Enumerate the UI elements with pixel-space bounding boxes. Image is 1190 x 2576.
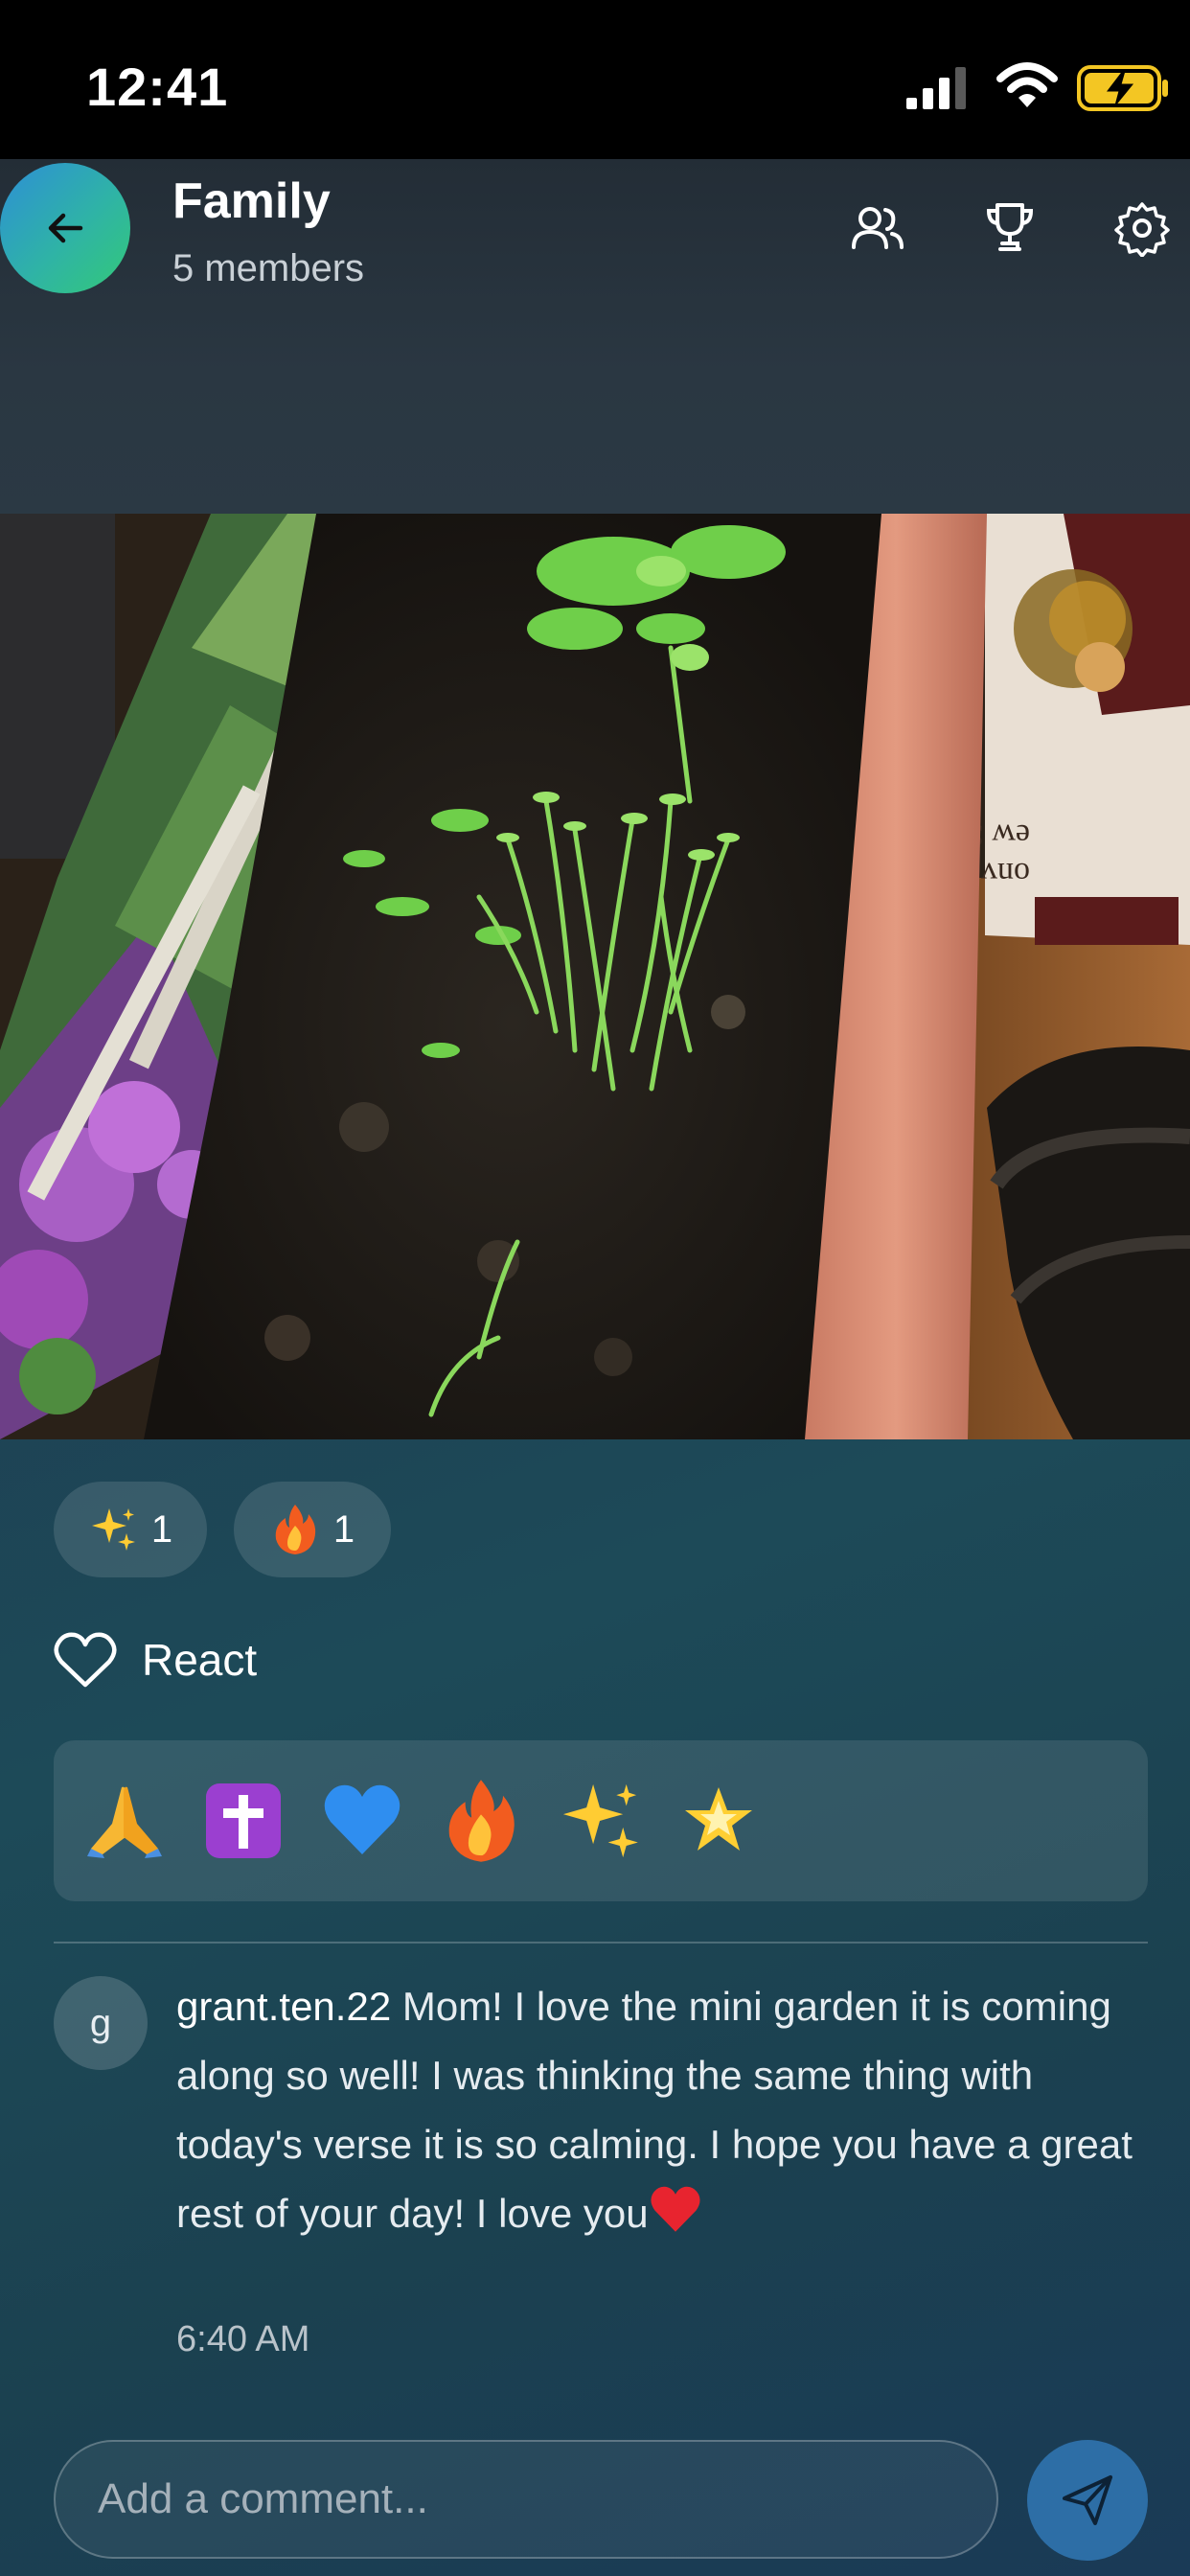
reaction-chip-fire[interactable]: 1 <box>234 1482 391 1577</box>
sparkles-icon <box>91 1508 135 1551</box>
members-icon <box>852 207 904 249</box>
emoji-blue-heart[interactable] <box>314 1773 410 1869</box>
status-bar: 12:41 <box>0 0 1190 159</box>
reaction-count: 1 <box>332 1507 355 1551</box>
comment-username[interactable]: grant.ten.22 <box>176 1984 391 2029</box>
garden-photo: onvocation ew Student <box>0 514 1190 1439</box>
send-icon <box>1063 2475 1112 2525</box>
emoji-latin-cross[interactable] <box>195 1773 291 1869</box>
comment-input[interactable] <box>54 2440 998 2559</box>
gear-icon <box>1114 202 1170 257</box>
glowing-star-icon <box>685 1787 752 1851</box>
members-button[interactable] <box>847 197 908 259</box>
signal-icon <box>906 67 966 109</box>
reaction-chip-sparkles[interactable]: 1 <box>54 1482 207 1577</box>
sparkles-icon <box>562 1783 638 1858</box>
react-button[interactable]: React <box>54 1631 257 1689</box>
heart-outline-icon <box>54 1632 117 1688</box>
red-heart-icon <box>651 2186 700 2232</box>
comment-timestamp: 6:40 AM <box>176 2319 310 2359</box>
trophy-icon <box>986 203 1034 251</box>
group-title: Family <box>172 173 331 229</box>
emoji-fire[interactable] <box>433 1773 529 1869</box>
trophy-button[interactable] <box>979 197 1041 259</box>
avatar-letter: g <box>89 2001 112 2044</box>
wifi-icon <box>996 62 1058 107</box>
comment-body: grant.ten.22 Mom! I love the mini garden… <box>176 1972 1154 2248</box>
folded-hands-icon <box>87 1786 162 1858</box>
blue-heart-icon <box>324 1784 400 1854</box>
back-button[interactable] <box>0 163 130 293</box>
back-arrow-icon <box>48 213 83 243</box>
reaction-count: 1 <box>150 1507 173 1551</box>
react-label: React <box>142 1635 258 1685</box>
member-count: 5 members <box>172 247 365 289</box>
emoji-sparkles[interactable] <box>552 1773 648 1869</box>
emoji-glowing-star[interactable] <box>671 1773 767 1869</box>
status-time: 12:41 <box>86 57 229 117</box>
emoji-picker <box>54 1740 1148 1901</box>
latin-cross-icon <box>206 1783 281 1858</box>
post-photo[interactable]: onvocation ew Student <box>0 514 1190 1439</box>
settings-button[interactable] <box>1111 197 1173 259</box>
fire-icon <box>448 1780 515 1862</box>
fire-icon <box>275 1505 316 1554</box>
battery-charging-icon <box>1077 65 1168 111</box>
send-button[interactable] <box>1027 2440 1148 2561</box>
divider <box>54 1942 1148 1944</box>
emoji-folded-hands[interactable] <box>77 1773 172 1869</box>
avatar[interactable]: g <box>54 1976 148 2070</box>
